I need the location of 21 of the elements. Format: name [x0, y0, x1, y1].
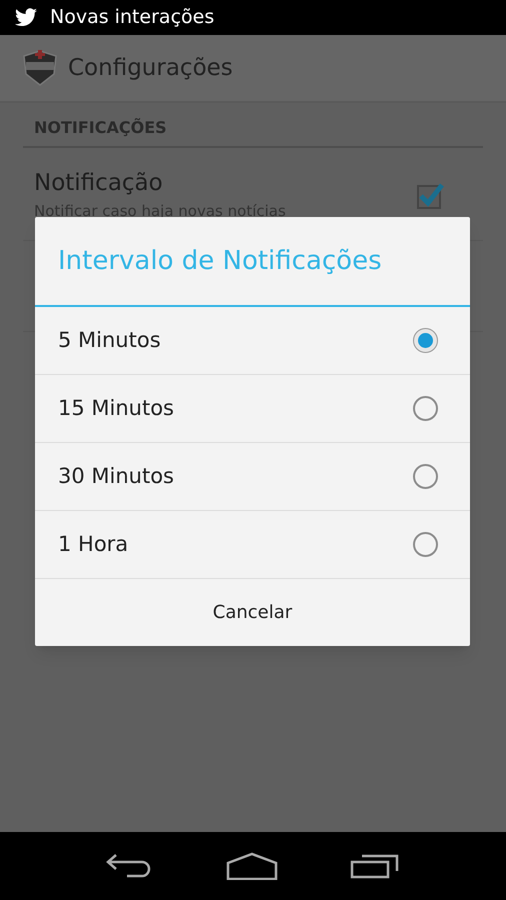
bird-icon — [14, 8, 38, 28]
option-label: 5 Minutos — [58, 326, 161, 354]
radio-button[interactable] — [413, 532, 438, 557]
radio-button[interactable] — [413, 464, 438, 489]
radio-option[interactable]: 15 Minutos — [35, 375, 470, 443]
home-icon[interactable] — [226, 852, 278, 880]
preference-title: Notificação — [34, 168, 164, 198]
recents-icon[interactable] — [350, 853, 400, 879]
option-label: 1 Hora — [58, 530, 128, 558]
option-label: 15 Minutos — [58, 394, 174, 422]
notification-text: Novas interações — [50, 5, 214, 30]
radio-option[interactable]: 5 Minutos — [35, 307, 470, 375]
radio-option[interactable]: 1 Hora — [35, 511, 470, 579]
option-label: 30 Minutos — [58, 462, 174, 490]
shield-logo-icon — [20, 48, 60, 88]
radio-option[interactable]: 30 Minutos — [35, 443, 470, 511]
dialog-title: Intervalo de Notificações — [58, 244, 382, 278]
screen-title: Configurações — [68, 54, 233, 83]
radio-button[interactable] — [413, 328, 438, 353]
cancel-button[interactable]: Cancelar — [35, 579, 470, 646]
radio-button[interactable] — [413, 396, 438, 421]
